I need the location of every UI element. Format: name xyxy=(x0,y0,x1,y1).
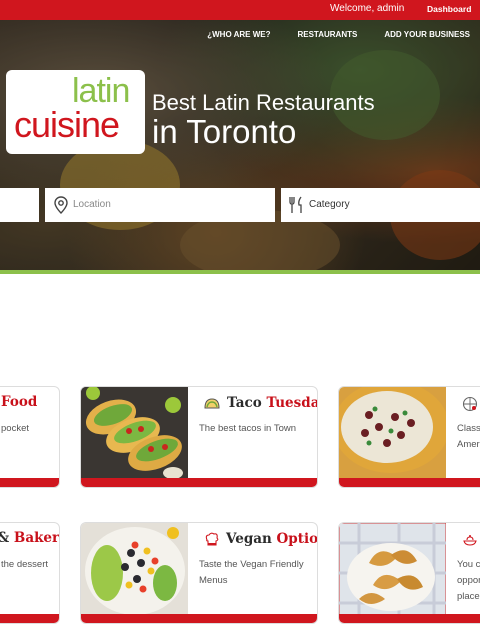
map-pin-icon xyxy=(51,195,71,215)
category-card-bakery[interactable]: & Bakery the dessert xyxy=(0,522,60,624)
location-placeholder: Location xyxy=(73,199,111,210)
card-description-line1: Taste the Vegan Friendly xyxy=(199,559,304,570)
card-description: Taste the Vegan Friendly Menus xyxy=(199,557,304,589)
card-description: pocket xyxy=(1,423,29,434)
card-description-line1: Class xyxy=(457,423,480,434)
category-card-taco-tuesday[interactable]: Taco Tuesday The best tacos in Town xyxy=(80,386,318,488)
nav-restaurants[interactable]: RESTAURANTS xyxy=(297,30,357,39)
fork-knife-icon xyxy=(287,195,307,215)
welcome-text: Welcome, admin xyxy=(330,3,405,14)
card-title: & Bakery xyxy=(0,530,60,546)
card-description-line2: oppor xyxy=(457,575,480,586)
card-accent-bar xyxy=(339,478,480,487)
card-title-part1: Taco xyxy=(227,395,262,411)
card-description-line2: Ameri xyxy=(457,439,480,450)
category-placeholder: Category xyxy=(309,199,350,210)
card-description-line2: Menus xyxy=(199,575,228,586)
card-title-part2: Bakery xyxy=(13,530,60,546)
card-description: You c oppor places xyxy=(457,557,480,605)
category-card-empanadas[interactable]: You c oppor places xyxy=(338,522,480,624)
card-description: the dessert xyxy=(1,559,48,570)
nav-add-business[interactable]: ADD YOUR BUSINESS xyxy=(384,30,470,39)
empanadas-image xyxy=(339,523,446,615)
card-title: Food xyxy=(1,394,38,410)
category-field[interactable]: Category xyxy=(281,188,480,222)
tacos-image xyxy=(81,387,188,479)
card-title-part2: Options xyxy=(276,531,318,547)
site-logo[interactable]: latin cuisine xyxy=(6,70,145,154)
dashboard-link[interactable]: Dashboard xyxy=(427,4,471,14)
rice-beans-image xyxy=(339,387,446,479)
card-description-line1: You c xyxy=(457,559,480,570)
card-title-part2: Tuesday xyxy=(266,395,317,411)
category-card-vegan-options[interactable]: Vegan Options Taste the Vegan Friendly M… xyxy=(80,522,318,624)
logo-cuisine-text: cuisine xyxy=(14,104,120,145)
page: Welcome, admin Dashboard ¿WHO ARE WE? RE… xyxy=(0,0,480,640)
card-title: Vegan Options xyxy=(226,531,318,547)
hero-divider xyxy=(0,270,480,274)
taco-icon xyxy=(203,395,221,413)
card-accent-bar xyxy=(0,614,59,623)
card-title: Taco Tuesday xyxy=(227,395,317,411)
card-description: The best tacos in Town xyxy=(199,423,296,434)
category-card-food[interactable]: Food pocket xyxy=(0,386,60,488)
hero-banner: ¿WHO ARE WE? RESTAURANTS ADD YOUR BUSINE… xyxy=(0,20,480,270)
nav-who-are-we[interactable]: ¿WHO ARE WE? xyxy=(207,30,270,39)
location-field[interactable]: Location xyxy=(45,188,275,222)
card-accent-bar xyxy=(81,478,317,487)
search-keyword-field[interactable] xyxy=(0,188,39,222)
card-description-line3: places xyxy=(457,591,480,602)
hero-headline-line2: in Toronto xyxy=(152,113,297,150)
logo-latin-text: latin xyxy=(72,72,130,110)
card-accent-bar xyxy=(339,614,480,623)
card-title-part1: Vegan xyxy=(226,531,272,547)
top-bar: Welcome, admin Dashboard xyxy=(0,0,480,20)
card-accent-bar xyxy=(81,614,317,623)
category-card-american[interactable]: Class Ameri xyxy=(338,386,480,488)
card-accent-bar xyxy=(0,478,59,487)
main-nav: ¿WHO ARE WE? RESTAURANTS ADD YOUR BUSINE… xyxy=(207,30,470,39)
card-title-part1: & xyxy=(0,530,9,546)
dish-icon xyxy=(461,531,479,549)
world-icon xyxy=(461,395,479,413)
vegan-bowl-image xyxy=(81,523,188,615)
chef-icon xyxy=(203,531,221,549)
card-description: Class Ameri xyxy=(457,421,480,453)
